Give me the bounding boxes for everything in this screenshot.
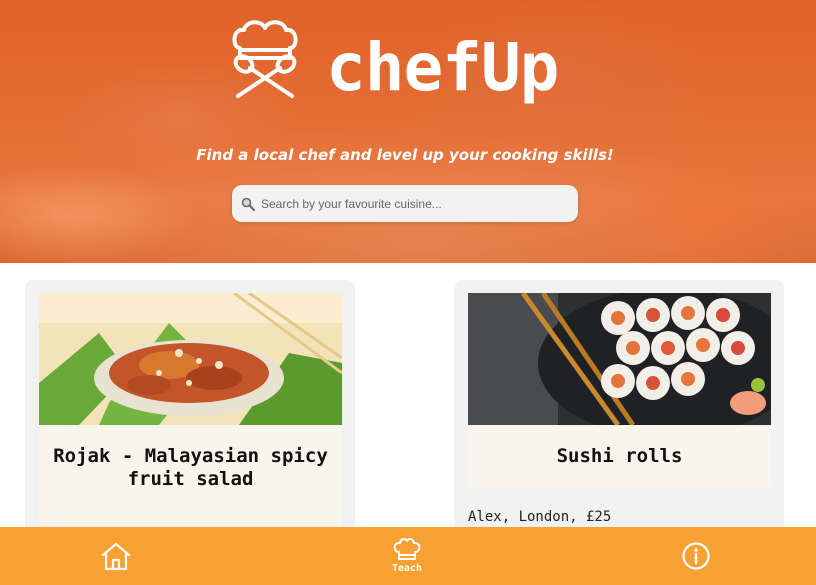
recipe-card[interactable]: Sushi rolls Alex, London, £25 [454,280,784,550]
rojak-salad-photo [39,293,342,425]
search-input[interactable] [261,185,578,222]
hero-banner: chefUp Find a local chef and level up yo… [0,0,816,263]
chef-hat-icon [393,538,421,560]
card-title-box: Sushi rolls [468,425,771,487]
tagline: Find a local chef and level up your cook… [196,146,614,164]
search-bar[interactable] [232,185,578,222]
info-icon [682,542,710,570]
card-title: Rojak - Malayasian spicy fruit salad [53,445,328,490]
card-title-box: Rojak - Malayasian spicy fruit salad [39,425,342,535]
brand-name: chefUp [326,29,559,106]
card-meta: Alex, London, £25 [468,509,612,525]
nav-teach-label: Teach [391,563,423,574]
bottom-nav: Teach [0,527,816,585]
sushi-rolls-photo [468,293,771,425]
recipe-card[interactable]: Rojak - Malayasian spicy fruit salad [25,280,355,550]
home-icon [101,542,131,571]
search-icon [241,197,255,211]
nav-home[interactable] [96,527,136,585]
nav-teach[interactable]: Teach [380,527,434,585]
chef-hat-utensils-icon [232,20,298,98]
card-title: Sushi rolls [556,445,683,467]
nav-info[interactable] [676,527,716,585]
